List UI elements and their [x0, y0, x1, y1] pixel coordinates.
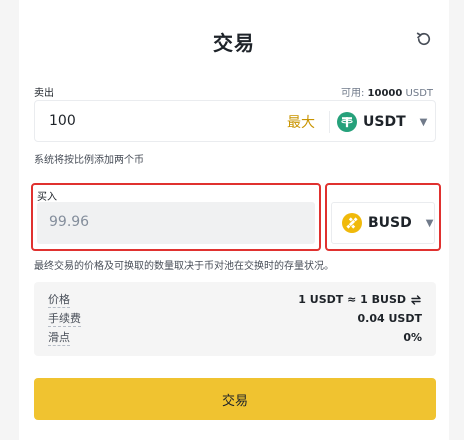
field-divider — [329, 111, 330, 133]
max-button[interactable]: 最大 — [287, 112, 315, 132]
sell-label: 卖出 — [34, 88, 54, 99]
available-balance: 可用: 10000 USDT — [340, 88, 433, 99]
buy-label: 买入 — [37, 192, 57, 203]
buy-amount-field[interactable]: 99.96 — [37, 202, 315, 244]
usdt-coin-icon — [337, 112, 357, 132]
buy-field-highlight: 买入 99.96 — [31, 183, 321, 251]
fee-label: 手续费 — [48, 312, 81, 327]
swap-arrows-icon[interactable] — [410, 294, 422, 306]
buy-coin-selector[interactable]: BUSD ▼ — [331, 202, 435, 244]
page-title: 交易 — [213, 31, 255, 55]
slippage-value: 0% — [403, 331, 422, 344]
busd-coin-icon — [342, 213, 362, 233]
trade-info-box: 价格 1 USDT ≈ 1 BUSD 手续费 0.04 USDT 滑点 0% — [34, 282, 436, 356]
chevron-down-icon: ▼ — [425, 217, 434, 229]
buy-coin-name: BUSD — [368, 215, 412, 231]
sell-coin-selector[interactable]: USDT ▼ — [337, 109, 427, 135]
trade-button[interactable]: 交易 — [34, 378, 436, 420]
price-row: 价格 1 USDT ≈ 1 BUSD — [48, 293, 422, 309]
chevron-down-icon: ▼ — [419, 116, 428, 128]
buy-amount-value: 99.96 — [49, 214, 90, 230]
sell-amount-field[interactable]: 100 最大 USDT ▼ — [34, 100, 436, 142]
buy-hint: 最终交易的价格及可换取的数量取决于币对池在交换时的存量状况。 — [34, 261, 334, 272]
slippage-label: 滑点 — [48, 331, 70, 346]
fee-row: 手续费 0.04 USDT — [48, 312, 422, 328]
price-value: 1 USDT ≈ 1 BUSD — [298, 293, 406, 306]
sell-hint: 系统将按比例添加两个币 — [34, 155, 144, 166]
slippage-row: 滑点 0% — [48, 331, 422, 347]
refresh-icon[interactable] — [415, 30, 433, 48]
sell-coin-name: USDT — [363, 114, 406, 130]
price-label: 价格 — [48, 293, 70, 308]
buy-coin-highlight: BUSD ▼ — [325, 183, 441, 251]
swap-card: 交易 卖出 可用: 10000 USDT 100 最大 USDT ▼ 系统将按比… — [19, 0, 449, 440]
price-value-group: 1 USDT ≈ 1 BUSD — [298, 293, 422, 306]
sell-amount-input[interactable]: 100 — [49, 113, 76, 129]
fee-value: 0.04 USDT — [357, 312, 422, 325]
